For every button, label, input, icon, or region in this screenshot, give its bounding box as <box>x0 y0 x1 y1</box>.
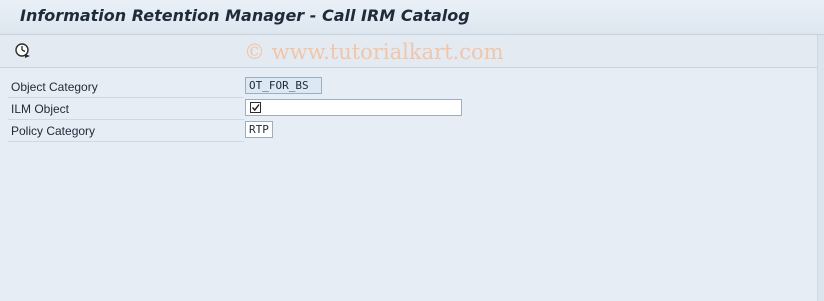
page-title: Information Retention Manager - Call IRM… <box>20 6 470 25</box>
object-category-label: Object Category <box>11 80 98 94</box>
title-bar: Information Retention Manager - Call IRM… <box>0 0 824 35</box>
right-scroll-edge <box>817 35 824 301</box>
row-ilm-object: ILM Object <box>8 98 244 120</box>
policy-category-input[interactable]: RTP <box>245 121 273 138</box>
row-policy-category: Policy Category <box>8 120 244 142</box>
policy-category-label: Policy Category <box>11 124 96 138</box>
object-category-input[interactable]: OT_FOR_BS <box>245 77 322 94</box>
execute-button[interactable] <box>14 42 32 60</box>
ilm-object-field[interactable] <box>245 99 462 116</box>
ilm-object-checkbox[interactable] <box>250 102 262 114</box>
watermark: © www.tutorialkart.com <box>244 40 504 64</box>
ilm-object-label: ILM Object <box>11 102 70 116</box>
row-object-category: Object Category <box>8 76 244 98</box>
sap-window: Information Retention Manager - Call IRM… <box>0 0 824 301</box>
clock-execute-icon <box>15 43 30 58</box>
